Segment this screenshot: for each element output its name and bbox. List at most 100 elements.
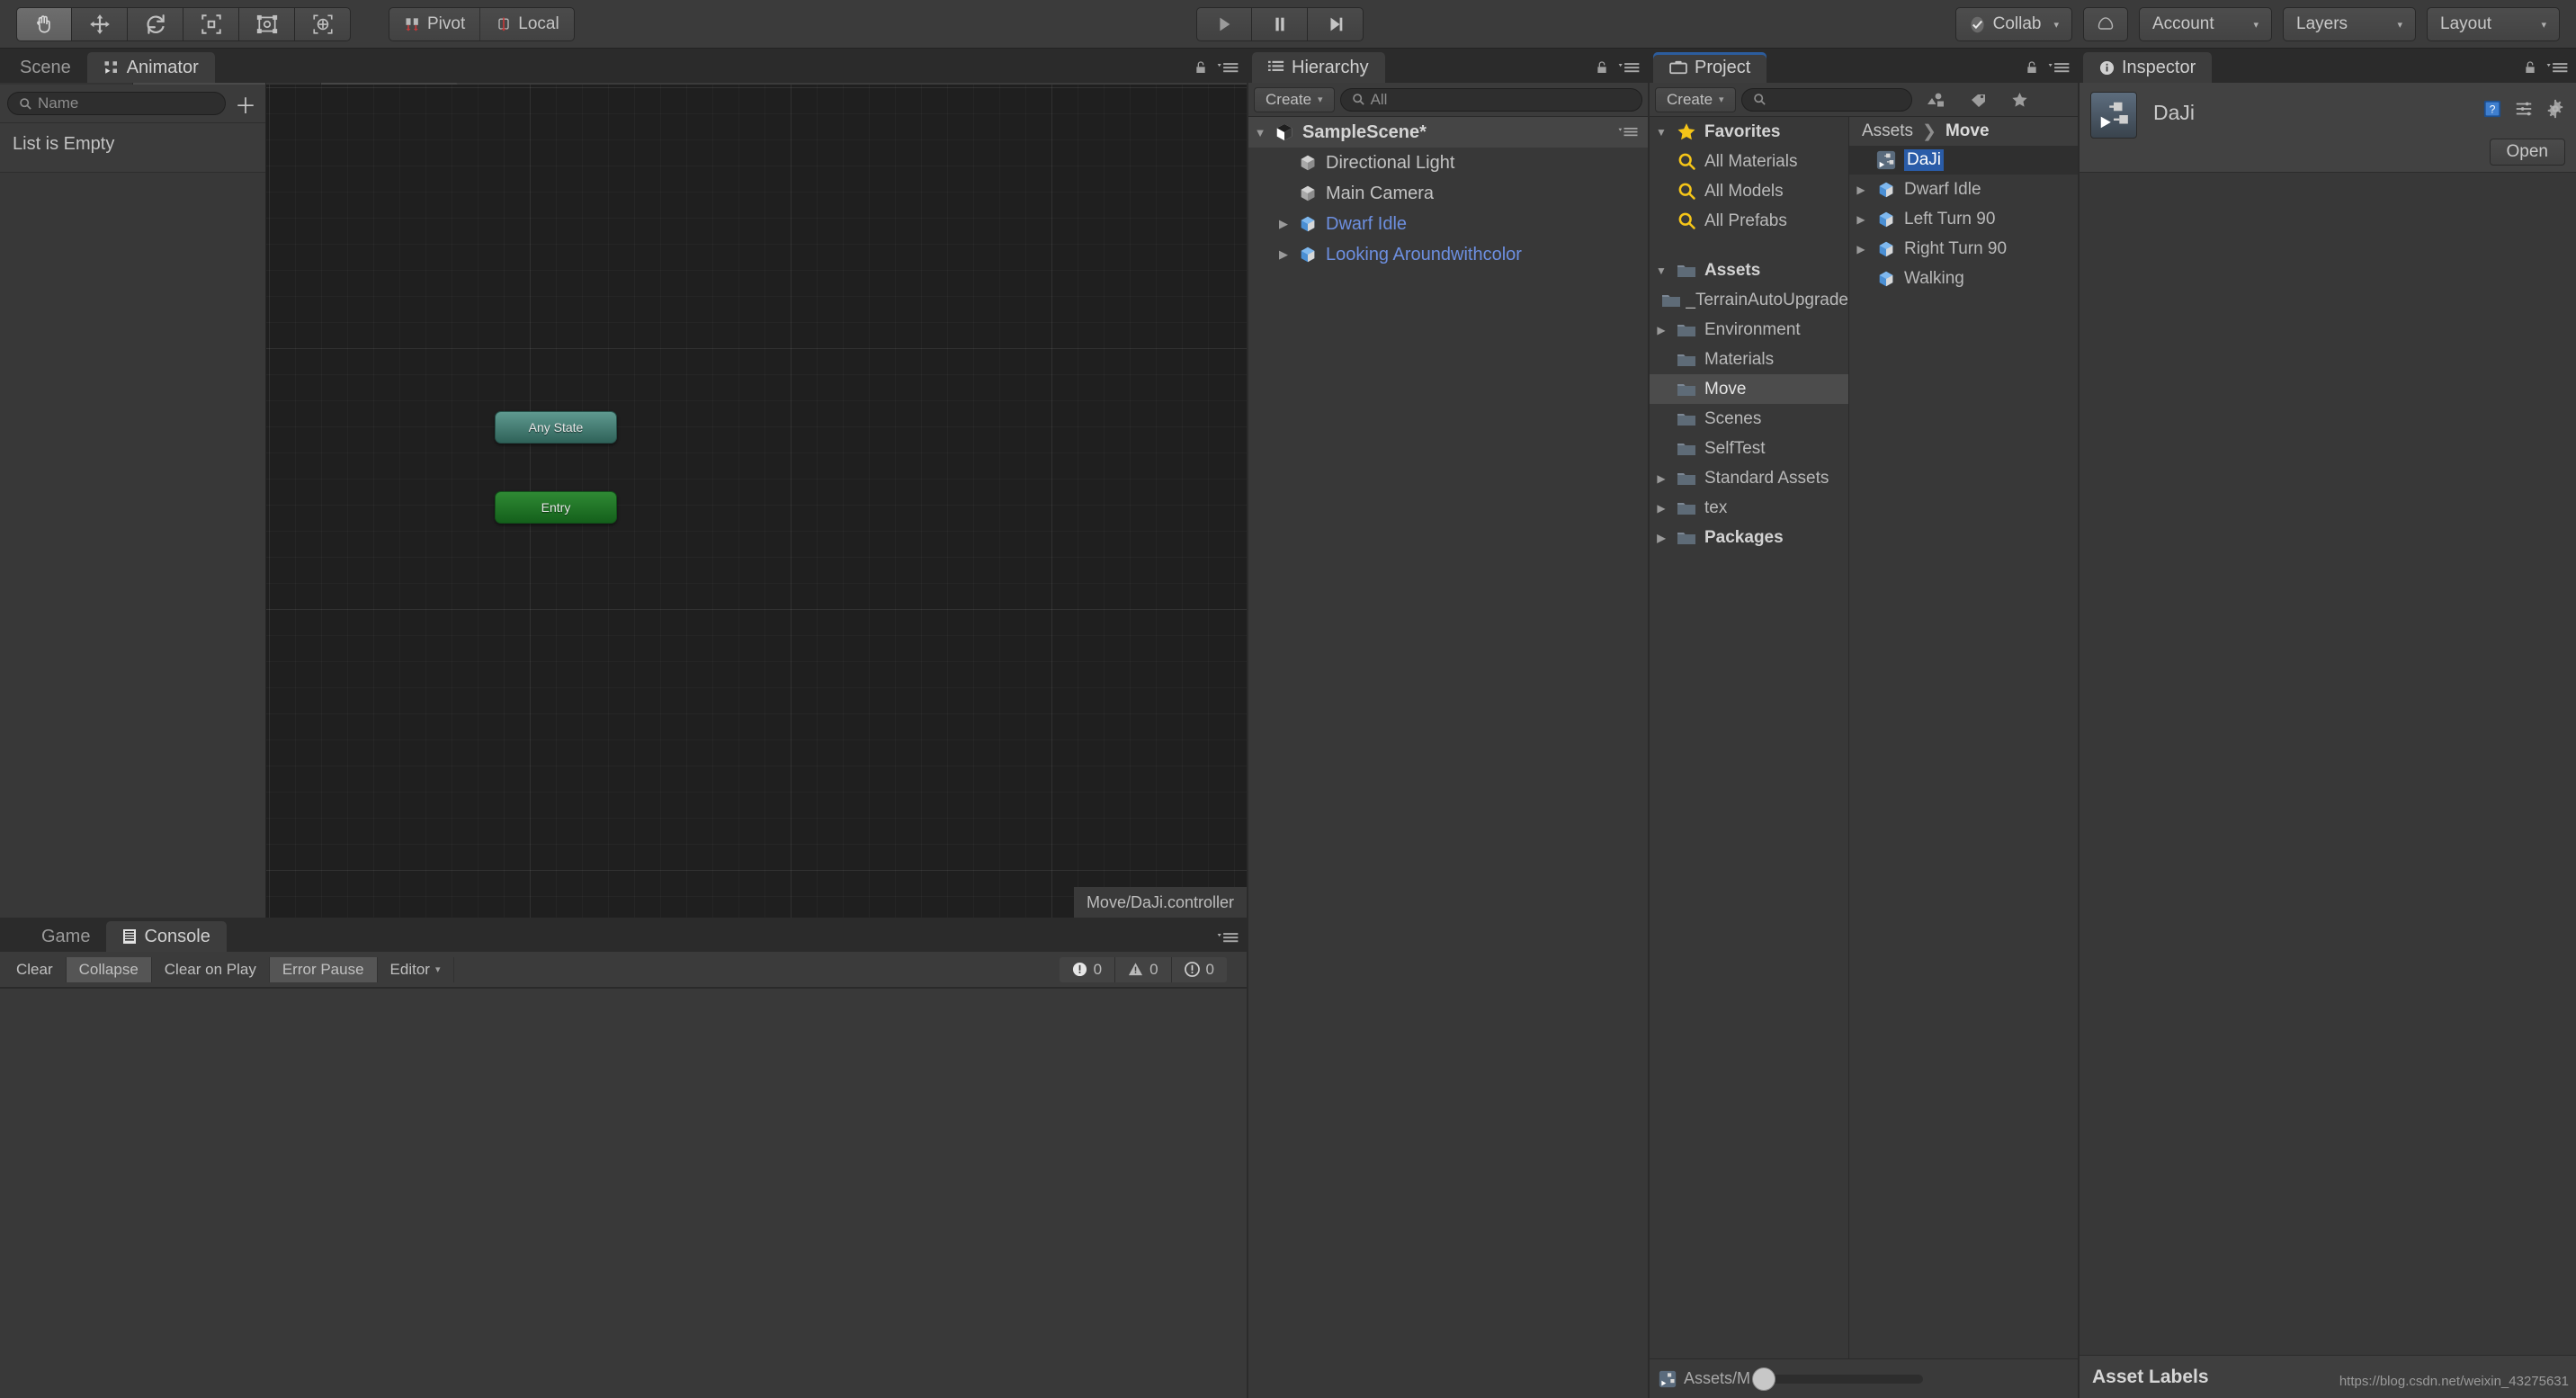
asset-row-daji[interactable]: DaJi xyxy=(1849,146,2078,175)
open-button[interactable]: Open xyxy=(2490,139,2565,166)
project-tree-move[interactable]: Move xyxy=(1650,374,1848,404)
tab-animator[interactable]: Animator xyxy=(87,52,215,83)
tab-hierarchy[interactable]: Hierarchy xyxy=(1252,52,1385,83)
project-tree-scenes[interactable]: Scenes xyxy=(1650,404,1848,434)
hierarchy-item-directional-light[interactable]: ▶ Directional Light xyxy=(1248,148,1648,178)
expand-arrow-icon[interactable]: ▶ xyxy=(1849,243,1873,255)
expand-arrow-icon[interactable]: ▼ xyxy=(1650,126,1673,139)
panel-menu-icon[interactable] xyxy=(1216,930,1239,945)
layout-button[interactable]: Layout ▾ xyxy=(2427,7,2560,41)
hand-tool-button[interactable] xyxy=(16,7,72,41)
project-tree-standard-assets[interactable]: ▶ Standard Assets xyxy=(1650,463,1848,493)
project-tree-materials[interactable]: Materials xyxy=(1650,345,1848,374)
panel-menu-icon[interactable] xyxy=(1216,60,1239,75)
project-tree-all-prefabs[interactable]: All Prefabs xyxy=(1650,206,1848,236)
tab-console[interactable]: Console xyxy=(106,921,226,952)
add-parameter-button[interactable]: ＋ xyxy=(233,88,258,120)
scale-tool-button[interactable] xyxy=(183,7,239,41)
tab-project[interactable]: Project xyxy=(1653,52,1767,83)
expand-arrow-icon[interactable]: ▶ xyxy=(1849,213,1873,226)
step-button[interactable] xyxy=(1308,7,1364,41)
panel-menu-icon[interactable] xyxy=(2047,60,2071,75)
project-tree-all-materials[interactable]: All Materials xyxy=(1650,147,1848,176)
rotate-tool-button[interactable] xyxy=(128,7,183,41)
lock-icon[interactable] xyxy=(1595,59,1609,76)
play-button[interactable] xyxy=(1196,7,1252,41)
project-search-input[interactable] xyxy=(1741,88,1912,112)
expand-arrow-icon[interactable]: ▶ xyxy=(1849,184,1873,196)
pivot-toggle[interactable]: Pivot xyxy=(389,8,480,40)
tab-inspector[interactable]: Inspector xyxy=(2083,52,2212,83)
parameter-search-input[interactable]: Name xyxy=(7,92,226,115)
preset-icon[interactable] xyxy=(2514,99,2534,119)
hierarchy-item-dwarf-idle[interactable]: ▶ Dwarf Idle xyxy=(1248,209,1648,239)
panel-menu-icon[interactable] xyxy=(1617,60,1641,75)
gear-icon[interactable] xyxy=(2545,99,2565,119)
project-tree-assets[interactable]: ▼ Assets xyxy=(1650,255,1848,285)
asset-row-right-turn-90[interactable]: ▶ Right Turn 90 xyxy=(1849,234,2078,264)
transform-tool-button[interactable] xyxy=(295,7,351,41)
clear-on-play-button[interactable]: Clear on Play xyxy=(152,957,270,982)
tab-game[interactable]: Game xyxy=(4,921,106,952)
hierarchy-item-looking-aroundwithcolor[interactable]: ▶ Looking Aroundwithcolor xyxy=(1248,239,1648,270)
help-icon[interactable]: ? xyxy=(2482,99,2502,119)
asset-row-left-turn-90[interactable]: ▶ Left Turn 90 xyxy=(1849,204,2078,234)
pause-button[interactable] xyxy=(1252,7,1308,41)
scene-context-menu[interactable] xyxy=(1617,125,1639,139)
project-tree-packages[interactable]: ▶ Packages xyxy=(1650,523,1848,552)
asset-row-walking[interactable]: Walking xyxy=(1849,264,2078,293)
expand-arrow-icon[interactable]: ▶ xyxy=(1650,472,1673,485)
error-pause-button[interactable]: Error Pause xyxy=(270,957,378,982)
filter-by-type-button[interactable] xyxy=(1918,87,1955,112)
lock-icon[interactable] xyxy=(2025,59,2039,76)
expand-arrow-icon[interactable]: ▼ xyxy=(1650,264,1673,277)
log-counter[interactable]: 0 xyxy=(1060,957,1115,982)
asset-row-dwarf-idle[interactable]: ▶ Dwarf Idle xyxy=(1849,175,2078,204)
breadcrumb-move[interactable]: Move xyxy=(1945,121,1990,141)
project-tree[interactable]: ▼ Favorites All Materials xyxy=(1650,117,1849,1358)
hierarchy-tree[interactable]: ▼ SampleScene* ▶ Directional Light ▶ xyxy=(1248,117,1648,1398)
panel-menu-icon[interactable] xyxy=(2545,60,2569,75)
tab-scene[interactable]: Scene xyxy=(4,52,87,83)
slider-knob[interactable] xyxy=(1752,1367,1775,1391)
local-toggle[interactable]: Local xyxy=(480,8,573,40)
lock-icon[interactable] xyxy=(1194,59,1208,76)
project-tree-environment[interactable]: ▶ Environment xyxy=(1650,315,1848,345)
console-log-area[interactable] xyxy=(0,988,1247,1398)
hierarchy-search-input[interactable]: All xyxy=(1340,88,1642,112)
favorites-filter-button[interactable] xyxy=(2002,87,2037,112)
project-tree-terrainautoupgrade[interactable]: _TerrainAutoUpgrade xyxy=(1650,285,1848,315)
asset-label[interactable]: DaJi xyxy=(1904,149,1944,171)
layers-button[interactable]: Layers ▾ xyxy=(2283,7,2416,41)
clear-button[interactable]: Clear xyxy=(4,957,67,982)
project-tree-all-models[interactable]: All Models xyxy=(1650,176,1848,206)
expand-arrow-icon[interactable]: ▶ xyxy=(1650,532,1673,544)
thumbnail-size-slider[interactable] xyxy=(1752,1375,1923,1384)
project-asset-list[interactable]: Assets ❯ Move DaJi ▶ Dwarf Idle xyxy=(1849,117,2078,1358)
asset-labels-section[interactable]: Asset Labels https://blog.csdn.net/weixi… xyxy=(2080,1355,2576,1398)
lock-icon[interactable] xyxy=(2523,59,2537,76)
filter-by-label-button[interactable] xyxy=(1961,87,1997,112)
expand-arrow-icon[interactable]: ▶ xyxy=(1650,324,1673,336)
hierarchy-scene-row[interactable]: ▼ SampleScene* xyxy=(1248,117,1648,148)
expand-arrow-icon[interactable]: ▶ xyxy=(1272,247,1295,262)
move-tool-button[interactable] xyxy=(72,7,128,41)
project-create-button[interactable]: Create ▾ xyxy=(1655,87,1736,112)
cloud-button[interactable] xyxy=(2083,7,2128,41)
expand-arrow-icon[interactable]: ▶ xyxy=(1272,217,1295,231)
collapse-button[interactable]: Collapse xyxy=(67,957,152,982)
hierarchy-item-main-camera[interactable]: ▶ Main Camera xyxy=(1248,178,1648,209)
project-tree-selftest[interactable]: SelfTest xyxy=(1650,434,1848,463)
hierarchy-create-button[interactable]: Create ▾ xyxy=(1254,87,1335,112)
account-button[interactable]: Account ▾ xyxy=(2139,7,2272,41)
expand-arrow-icon[interactable]: ▶ xyxy=(1650,502,1673,515)
breadcrumb-assets[interactable]: Assets xyxy=(1862,121,1913,141)
rect-tool-button[interactable] xyxy=(239,7,295,41)
editor-dropdown-button[interactable]: Editor ▾ xyxy=(378,957,454,982)
state-node-any-state[interactable]: Any State xyxy=(495,411,617,444)
state-node-entry[interactable]: Entry xyxy=(495,491,617,524)
expand-arrow-icon[interactable]: ▼ xyxy=(1248,126,1272,139)
warning-counter[interactable]: 0 xyxy=(1115,957,1171,982)
project-tree-tex[interactable]: ▶ tex xyxy=(1650,493,1848,523)
collab-button[interactable]: Collab ▾ xyxy=(1955,7,2072,41)
